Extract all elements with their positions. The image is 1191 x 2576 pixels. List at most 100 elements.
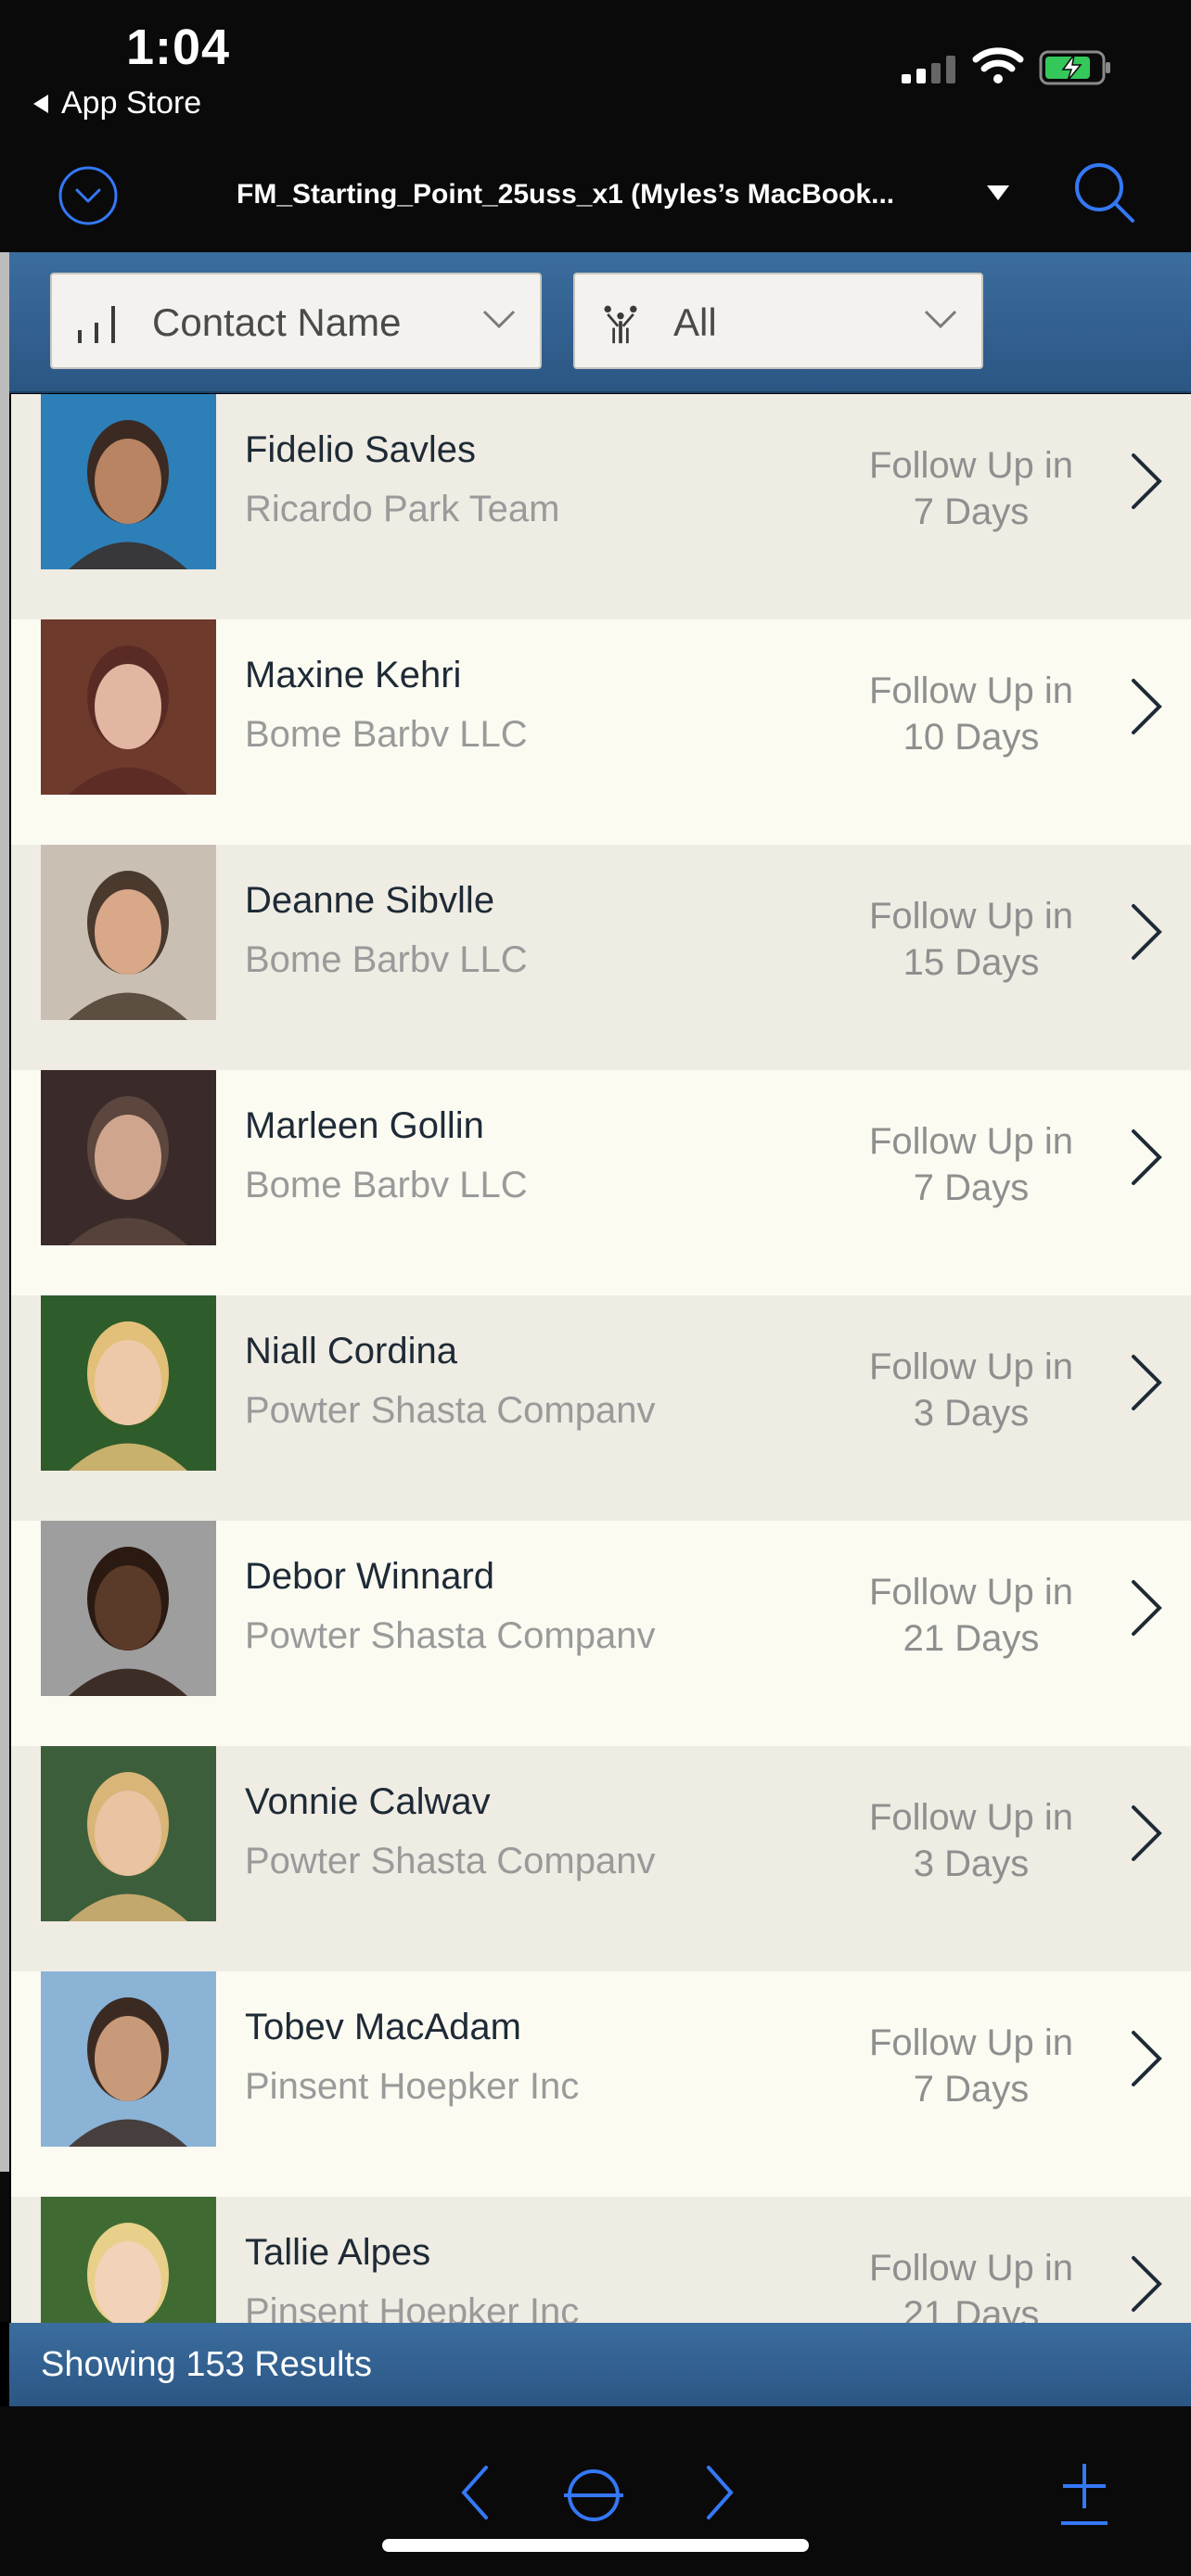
chevron-right-icon[interactable] — [1126, 450, 1167, 513]
followup-days: 7 Days — [913, 1167, 1030, 1208]
avatar — [41, 1295, 216, 1471]
contact-row[interactable]: Marleen Gollin Bome Barbv LLC Follow Up … — [11, 1070, 1191, 1295]
left-edge-rule — [0, 252, 9, 2322]
followup-status: Follow Up in 10 Days — [864, 668, 1078, 760]
chevron-right-icon[interactable] — [1126, 1351, 1167, 1414]
contact-list[interactable]: Fidelio Savles Ricardo Park Team Follow … — [11, 394, 1191, 2323]
results-count: Showing 153 Results — [41, 2345, 372, 2384]
contact-row[interactable]: Niall Cordina Powter Shasta Companv Foll… — [11, 1295, 1191, 1521]
followup-status: Follow Up in 7 Days — [864, 2020, 1078, 2112]
next-icon[interactable] — [701, 2462, 738, 2523]
avatar — [41, 394, 216, 569]
chevron-right-icon[interactable] — [1126, 1802, 1167, 1865]
followup-label: Follow Up in — [868, 1346, 1074, 1387]
avatar — [41, 1746, 216, 1921]
followup-label: Follow Up in — [868, 670, 1074, 711]
followup-label: Follow Up in — [868, 1797, 1074, 1838]
followup-days: 10 Days — [903, 717, 1040, 758]
followup-status: Follow Up in 3 Days — [864, 1344, 1078, 1436]
contact-name: Fidelio Savles — [245, 429, 477, 470]
add-icon[interactable] — [1059, 2460, 1109, 2527]
chevron-right-icon[interactable] — [1126, 900, 1167, 963]
previous-icon[interactable] — [456, 2462, 493, 2523]
chevron-right-icon[interactable] — [1126, 1126, 1167, 1189]
avatar — [41, 1070, 216, 1245]
contact-name: Tobev MacAdam — [245, 2007, 521, 2047]
status-time: 1:04 — [126, 19, 231, 75]
filter-people-icon — [604, 305, 637, 344]
followup-status: Follow Up in 7 Days — [864, 1118, 1078, 1211]
chevron-right-icon[interactable] — [1126, 675, 1167, 738]
contact-company: Pinsent Hoepker Inc — [245, 2291, 580, 2323]
followup-label: Follow Up in — [868, 896, 1074, 937]
contact-company: Ricardo Park Team — [245, 489, 560, 529]
contact-name: Marleen Gollin — [245, 1105, 484, 1146]
status-bar: 1:04 App Store — [0, 0, 1191, 139]
chevron-down-icon — [924, 310, 957, 329]
sort-select[interactable]: Contact Name — [50, 273, 542, 369]
contact-company: Pinsent Hoepker Inc — [245, 2066, 580, 2107]
screen: 1:04 App Store FM_Starting_Point_25uss_x… — [0, 0, 1191, 2576]
followup-days: 7 Days — [913, 491, 1030, 532]
followup-status: Follow Up in 21 Days — [864, 2245, 1078, 2323]
contact-row[interactable]: Tobev MacAdam Pinsent Hoepker Inc Follow… — [11, 1971, 1191, 2197]
group-select[interactable]: All — [573, 273, 983, 369]
contact-company: Powter Shasta Companv — [245, 1390, 656, 1431]
followup-status: Follow Up in 7 Days — [864, 442, 1078, 535]
followup-label: Follow Up in — [868, 2248, 1074, 2289]
results-footer: Showing 153 Results — [9, 2323, 1191, 2406]
back-app-label: App Store — [61, 85, 202, 121]
cellular-signal-icon — [902, 56, 955, 83]
contact-name: Niall Cordina — [245, 1331, 457, 1371]
contact-row[interactable]: Debor Winnard Powter Shasta Companv Foll… — [11, 1521, 1191, 1746]
avatar — [41, 1521, 216, 1696]
followup-days: 21 Days — [903, 2294, 1040, 2323]
contact-name: Vonnie Calwav — [245, 1781, 491, 1822]
contact-row[interactable]: Deanne Sibvlle Bome Barbv LLC Follow Up … — [11, 845, 1191, 1070]
avatar — [41, 2197, 216, 2323]
followup-label: Follow Up in — [868, 2022, 1074, 2063]
back-to-app-link[interactable]: App Store — [33, 85, 201, 121]
contact-row[interactable]: Maxine Kehri Bome Barbv LLC Follow Up in… — [11, 619, 1191, 845]
avatar — [41, 845, 216, 1020]
chevron-circle-icon[interactable] — [58, 165, 119, 226]
chevron-down-icon — [482, 310, 516, 329]
contact-company: Bome Barbv LLC — [245, 1165, 528, 1205]
sort-select-value: Contact Name — [152, 300, 402, 344]
chevron-right-icon[interactable] — [1126, 2027, 1167, 2090]
followup-status: Follow Up in 21 Days — [864, 1569, 1078, 1662]
file-title[interactable]: FM_Starting_Point_25uss_x1 (Myles’s MacB… — [237, 179, 894, 210]
followup-days: 3 Days — [913, 1843, 1030, 1884]
followup-days: 15 Days — [903, 942, 1040, 983]
contact-company: Powter Shasta Companv — [245, 1841, 656, 1881]
contact-name: Debor Winnard — [245, 1556, 495, 1597]
contact-row[interactable]: Vonnie Calwav Powter Shasta Companv Foll… — [11, 1746, 1191, 1971]
contact-company: Powter Shasta Companv — [245, 1615, 656, 1656]
contact-name: Tallie Alpes — [245, 2232, 431, 2273]
contact-name: Deanne Sibvlle — [245, 880, 495, 921]
contact-company: Bome Barbv LLC — [245, 939, 528, 980]
battery-charging-icon — [1039, 50, 1110, 85]
followup-label: Follow Up in — [868, 445, 1074, 486]
wifi-icon — [972, 47, 1024, 83]
avatar — [41, 619, 216, 795]
home-circle-icon[interactable] — [564, 2466, 623, 2525]
followup-status: Follow Up in 3 Days — [864, 1794, 1078, 1887]
followup-days: 3 Days — [913, 1393, 1030, 1434]
contact-company: Bome Barbv LLC — [245, 714, 528, 755]
contact-row[interactable]: Fidelio Savles Ricardo Park Team Follow … — [11, 394, 1191, 619]
followup-days: 7 Days — [913, 2069, 1030, 2110]
title-dropdown-icon[interactable] — [987, 185, 1009, 200]
followup-label: Follow Up in — [868, 1572, 1074, 1613]
search-icon[interactable] — [1071, 159, 1136, 224]
contact-row[interactable]: Tallie Alpes Pinsent Hoepker Inc Follow … — [11, 2197, 1191, 2323]
followup-days: 21 Days — [903, 1618, 1040, 1659]
group-select-value: All — [673, 300, 717, 344]
avatar — [41, 1971, 216, 2147]
bar-chart-icon — [78, 306, 115, 343]
home-indicator[interactable] — [382, 2539, 809, 2552]
chevron-right-icon[interactable] — [1126, 1576, 1167, 1639]
followup-status: Follow Up in 15 Days — [864, 893, 1078, 986]
back-triangle-icon — [33, 94, 48, 113]
chevron-right-icon[interactable] — [1126, 2252, 1167, 2315]
